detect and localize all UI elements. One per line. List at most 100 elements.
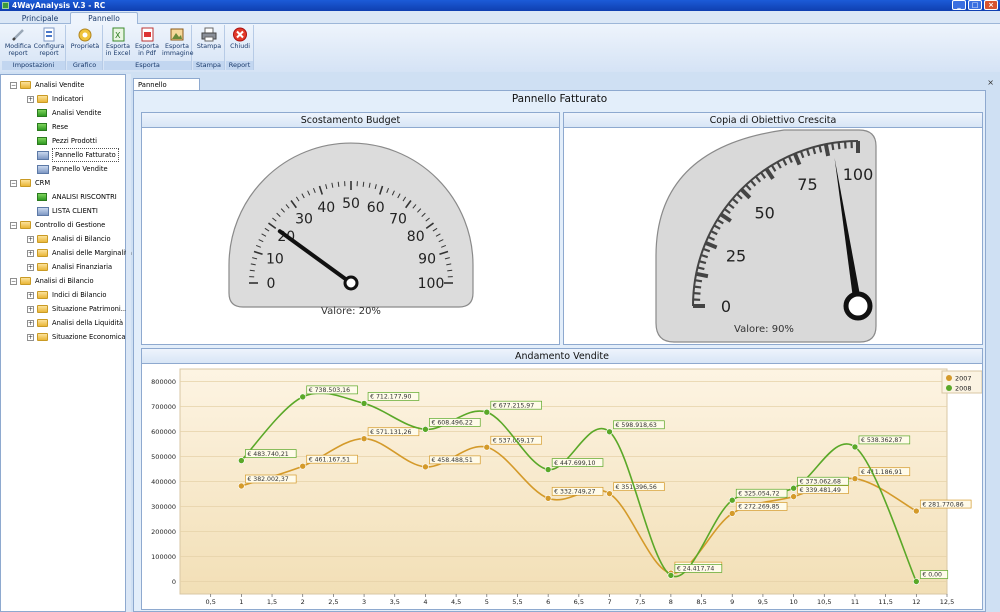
data-label-2007: € 272.269,85 bbox=[738, 504, 779, 511]
chart-title: Andamento Vendite bbox=[142, 349, 982, 364]
data-point-2008 bbox=[667, 572, 675, 579]
data-point-2008 bbox=[483, 408, 491, 416]
data-label-2007: € 339.481,49 bbox=[800, 487, 841, 494]
gauge1-svg: 0102030405060708090100Valore: 20% bbox=[228, 142, 474, 317]
tree-item-label: CRM bbox=[35, 179, 51, 187]
close-window-button[interactable]: × bbox=[984, 0, 998, 10]
report-icon bbox=[37, 137, 47, 145]
collapse-icon[interactable]: − bbox=[10, 277, 17, 285]
data-point-2007 bbox=[299, 462, 307, 470]
gauge2-tick-label: 25 bbox=[726, 246, 746, 265]
y-tick-label: 500000 bbox=[151, 453, 176, 461]
gauge1-tick-label: 0 bbox=[267, 276, 276, 292]
tree-item[interactable]: ANALISI RISCONTRI bbox=[27, 191, 117, 203]
data-label-2007: € 461.167,51 bbox=[309, 456, 350, 463]
gauge2-tick-label: 0 bbox=[721, 297, 731, 316]
panel-title: Pannello Fatturato bbox=[511, 93, 608, 105]
gauge2-tick bbox=[837, 142, 841, 150]
tree-item[interactable]: Pannello Vendite bbox=[27, 163, 108, 175]
gauge1-tick bbox=[362, 181, 365, 187]
modifica-report-button[interactable]: Modifica report bbox=[3, 27, 33, 57]
close-document-icon[interactable]: × bbox=[987, 78, 994, 87]
gauge2-tick bbox=[831, 142, 835, 151]
tree-item[interactable]: + Situazione Patrimoni... bbox=[27, 303, 127, 315]
tree-item[interactable]: − Controllo di Gestione bbox=[10, 219, 105, 231]
tree-item[interactable]: − CRM bbox=[10, 177, 50, 189]
expand-icon[interactable]: + bbox=[27, 305, 34, 313]
data-point-2008 bbox=[913, 578, 920, 585]
x-tick-label: 2,5 bbox=[328, 598, 338, 606]
gauge2-tick bbox=[823, 143, 831, 157]
minimize-button[interactable]: _ bbox=[952, 0, 966, 10]
expand-icon[interactable]: + bbox=[27, 263, 34, 271]
expand-icon[interactable]: + bbox=[27, 235, 34, 243]
legend-marker bbox=[946, 385, 952, 391]
tree-item[interactable]: + Analisi di Bilancio bbox=[27, 233, 111, 245]
collapse-icon[interactable]: − bbox=[10, 81, 17, 89]
report-icon bbox=[37, 193, 47, 201]
tree-item[interactable]: Analisi Vendite bbox=[27, 107, 101, 119]
esporta-excel-button[interactable]: X Esporta in Excel bbox=[104, 27, 132, 57]
tree-item[interactable]: + Analisi della Liquidità bbox=[27, 317, 123, 329]
expand-icon[interactable]: + bbox=[27, 333, 34, 341]
x-tick-label: 10 bbox=[789, 598, 797, 606]
tree-item-label: Pezzi Prodotti bbox=[52, 137, 97, 145]
data-point-2007 bbox=[606, 490, 613, 497]
folder-icon bbox=[37, 249, 48, 257]
data-point-2008 bbox=[238, 457, 245, 464]
report-icon bbox=[37, 109, 47, 117]
window-title: 4WayAnalysis V.3 - RC bbox=[12, 1, 106, 10]
gauge2-tick bbox=[694, 285, 702, 289]
expand-icon[interactable]: + bbox=[27, 291, 34, 299]
proprieta-button[interactable]: Proprietà bbox=[68, 27, 102, 50]
expand-icon[interactable]: + bbox=[27, 95, 34, 103]
collapse-icon[interactable]: − bbox=[10, 221, 17, 229]
folder-icon bbox=[37, 263, 48, 271]
folder-icon bbox=[20, 277, 31, 285]
tree-item-label: Analisi di Bilancio bbox=[52, 235, 111, 243]
tree-item[interactable]: + Indici di Bilancio bbox=[27, 289, 106, 301]
ribbon-group-grafico: Proprietà Grafico bbox=[67, 25, 103, 70]
data-label-2007: € 281.770,86 bbox=[922, 501, 963, 508]
data-point-2008 bbox=[606, 428, 613, 436]
window-titlebar: 4WayAnalysis V.3 - RC _ □ × bbox=[0, 0, 1000, 11]
grid-report-icon bbox=[37, 206, 49, 216]
tree-item-label: Analisi Finanziaria bbox=[52, 263, 113, 271]
tree-item[interactable]: + Analisi Finanziaria bbox=[27, 261, 112, 273]
data-point-2008 bbox=[851, 443, 859, 451]
expand-icon[interactable]: + bbox=[27, 249, 34, 257]
x-tick-label: 12,5 bbox=[940, 598, 954, 606]
x-tick-label: 10,5 bbox=[817, 598, 831, 606]
maximize-button[interactable]: □ bbox=[968, 0, 982, 10]
expand-icon[interactable]: + bbox=[27, 319, 34, 327]
grid-report-icon bbox=[37, 164, 49, 174]
gauge-scostamento-budget: Scostamento Budget 010203040506070809010… bbox=[141, 112, 560, 345]
tree-item[interactable]: Pezzi Prodotti bbox=[27, 135, 97, 147]
chiudi-button[interactable]: Chiudi bbox=[226, 27, 254, 50]
configure-report-icon bbox=[41, 27, 57, 42]
tree-item[interactable]: − Analisi di Bilancio bbox=[10, 275, 94, 287]
gauge1-tick-label: 60 bbox=[367, 200, 385, 216]
tree-item[interactable]: Rese bbox=[27, 121, 68, 133]
configura-report-button[interactable]: Configura report bbox=[33, 27, 65, 57]
tree-item[interactable]: + Analisi delle Marginalità bbox=[27, 247, 132, 259]
gauge2-hub bbox=[843, 291, 873, 321]
tree-item-label: Rese bbox=[52, 123, 69, 131]
esporta-pdf-button[interactable]: Esporta in Pdf bbox=[133, 27, 161, 57]
tree-item[interactable]: + Indicatori bbox=[27, 93, 83, 105]
gauge1-tick bbox=[337, 181, 340, 187]
folder-icon bbox=[37, 319, 48, 327]
esporta-immagine-button[interactable]: Esporta immagine bbox=[162, 27, 194, 57]
tab-pannello-fatturato[interactable]: Pannello Fatturato bbox=[70, 12, 138, 34]
stampa-button[interactable]: Stampa bbox=[194, 27, 224, 50]
tree-item[interactable]: Pannello Fatturato bbox=[27, 148, 119, 162]
gauge1-tick-label: 90 bbox=[418, 251, 436, 267]
tree-item[interactable]: − Analisi Vendite bbox=[10, 79, 84, 91]
tree-item[interactable]: LISTA CLIENTI bbox=[27, 205, 98, 217]
tree-item-label: Analisi di Bilancio bbox=[35, 277, 94, 285]
tab-principale[interactable]: Principale bbox=[10, 12, 70, 24]
data-point-2007 bbox=[913, 507, 920, 515]
collapse-icon[interactable]: − bbox=[10, 179, 17, 187]
tree-item-label: ANALISI RISCONTRI bbox=[52, 193, 117, 201]
tree-item[interactable]: + Situazione Economica bbox=[27, 331, 125, 343]
